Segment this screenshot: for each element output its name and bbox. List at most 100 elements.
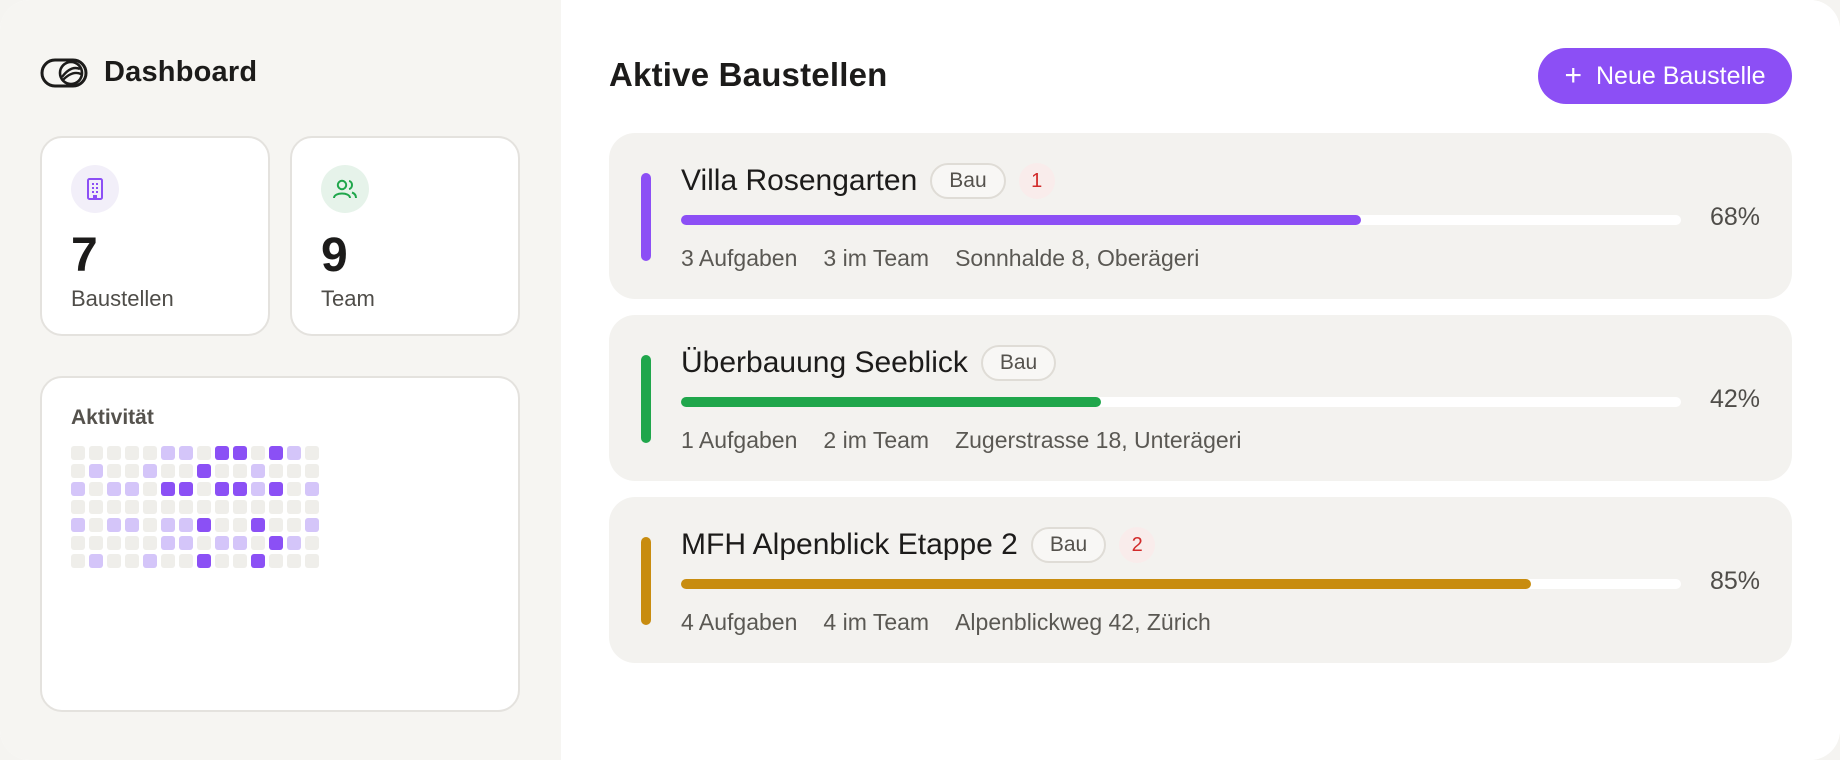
task-count: 4 Aufgaben: [681, 609, 798, 635]
heatmap-cell: [89, 536, 103, 550]
heatmap-cell: [71, 482, 85, 496]
heatmap-cell: [305, 464, 319, 478]
progress-fill: [681, 397, 1101, 407]
heatmap-cell: [161, 554, 175, 568]
project-header: Villa Rosengarten Bau 1: [681, 161, 1055, 201]
team-count: 3 im Team: [823, 245, 930, 271]
project-accent-bar: [641, 173, 651, 261]
heatmap-cell: [179, 464, 193, 478]
status-badge: Bau: [1030, 527, 1107, 563]
heatmap-cell: [269, 446, 283, 460]
heatmap-cell: [215, 482, 229, 496]
activity-card: Aktivität: [40, 376, 520, 712]
heatmap-cell: [161, 518, 175, 532]
heatmap-cell: [89, 446, 103, 460]
heatmap-cell: [71, 500, 85, 514]
project-meta: 4 Aufgaben 4 im Team Alpenblickweg 42, Z…: [681, 609, 1237, 636]
users-icon: [321, 165, 369, 213]
heatmap-cell: [71, 518, 85, 532]
heatmap-cell: [233, 446, 247, 460]
heatmap-cell: [89, 554, 103, 568]
heatmap-cell: [161, 482, 175, 496]
sidebar: Dashboard 7 Baustellen 9 Team Aktivität: [0, 0, 561, 760]
heatmap-cell: [107, 482, 121, 496]
heatmap-cell: [89, 464, 103, 478]
heatmap-cell: [143, 536, 157, 550]
project-card[interactable]: Überbauung Seeblick Bau 42% 1 Aufgaben 2…: [609, 315, 1792, 481]
team-count: 4 im Team: [823, 609, 930, 635]
heatmap-cell: [269, 482, 283, 496]
heatmap-cell: [251, 536, 265, 550]
heatmap-cell: [71, 554, 85, 568]
heatmap-cell: [233, 536, 247, 550]
heatmap-cell: [161, 500, 175, 514]
heatmap-cell: [197, 500, 211, 514]
heatmap-cell: [143, 446, 157, 460]
heatmap-cell: [179, 518, 193, 532]
stat-label: Team: [321, 286, 375, 311]
new-project-label: Neue Baustelle: [1595, 61, 1766, 90]
heatmap-cell: [161, 536, 175, 550]
heatmap-cell: [125, 518, 139, 532]
heatmap-cell: [287, 536, 301, 550]
heatmap-cell: [71, 446, 85, 460]
heatmap-cell: [215, 536, 229, 550]
heatmap-cell: [71, 536, 85, 550]
heatmap-cell: [251, 446, 265, 460]
heatmap-cell: [269, 500, 283, 514]
progress-bar: [681, 397, 1681, 407]
heatmap-cell: [179, 554, 193, 568]
heatmap-cell: [125, 464, 139, 478]
heatmap-cell: [197, 536, 211, 550]
heatmap-cell: [143, 464, 157, 478]
heatmap-cell: [179, 536, 193, 550]
new-project-button[interactable]: + Neue Baustelle: [1538, 48, 1792, 104]
heatmap-cell: [287, 482, 301, 496]
project-card[interactable]: Villa Rosengarten Bau 1 68% 3 Aufgaben 3…: [609, 133, 1792, 299]
progress-percent: 68%: [1709, 203, 1760, 231]
heatmap-cell: [287, 500, 301, 514]
heatmap-cell: [125, 536, 139, 550]
heatmap-cell: [89, 500, 103, 514]
project-card[interactable]: MFH Alpenblick Etappe 2 Bau 2 85% 4 Aufg…: [609, 497, 1792, 663]
heatmap-cell: [107, 464, 121, 478]
project-name: Überbauung Seeblick: [681, 346, 968, 379]
heatmap-cell: [89, 518, 103, 532]
stat-card-baustellen[interactable]: 7 Baustellen: [40, 136, 270, 336]
project-meta: 3 Aufgaben 3 im Team Sonnhalde 8, Oberäg…: [681, 245, 1225, 272]
project-address: Sonnhalde 8, Oberägeri: [955, 245, 1200, 271]
heatmap-cell: [125, 554, 139, 568]
heatmap-cell: [215, 446, 229, 460]
status-badge: Bau: [930, 163, 1006, 199]
heatmap-cell: [233, 518, 247, 532]
heatmap-cell: [107, 500, 121, 514]
heatmap-cell: [269, 518, 283, 532]
dashboard-title: Dashboard: [104, 56, 258, 88]
heatmap-cell: [251, 554, 265, 568]
alert-count-badge[interactable]: 2: [1119, 527, 1156, 563]
heatmap-cell: [197, 518, 211, 532]
heatmap-cell: [107, 518, 121, 532]
brand[interactable]: Dashboard: [40, 56, 257, 89]
progress-percent: 85%: [1709, 567, 1760, 595]
heatmap-cell: [197, 554, 211, 568]
alert-count-badge[interactable]: 1: [1018, 163, 1055, 199]
heatmap-cell: [143, 500, 157, 514]
heatmap-cell: [215, 518, 229, 532]
heatmap-cell: [305, 518, 319, 532]
status-badge: Bau: [980, 345, 1057, 381]
heatmap-cell: [269, 536, 283, 550]
heatmap-cell: [107, 554, 121, 568]
heatmap-cell: [233, 554, 247, 568]
progress-fill: [681, 215, 1361, 225]
stat-card-team[interactable]: 9 Team: [290, 136, 520, 336]
heatmap-cell: [143, 518, 157, 532]
heatmap-cell: [305, 536, 319, 550]
heatmap-cell: [251, 500, 265, 514]
project-meta: 1 Aufgaben 2 im Team Zugerstrasse 18, Un…: [681, 427, 1267, 454]
heatmap-cell: [107, 446, 121, 460]
heatmap-cell: [143, 482, 157, 496]
plus-icon: +: [1564, 59, 1582, 92]
app-window: Dashboard 7 Baustellen 9 Team Aktivität …: [0, 0, 1840, 760]
project-header: Überbauung Seeblick Bau: [681, 343, 1057, 383]
